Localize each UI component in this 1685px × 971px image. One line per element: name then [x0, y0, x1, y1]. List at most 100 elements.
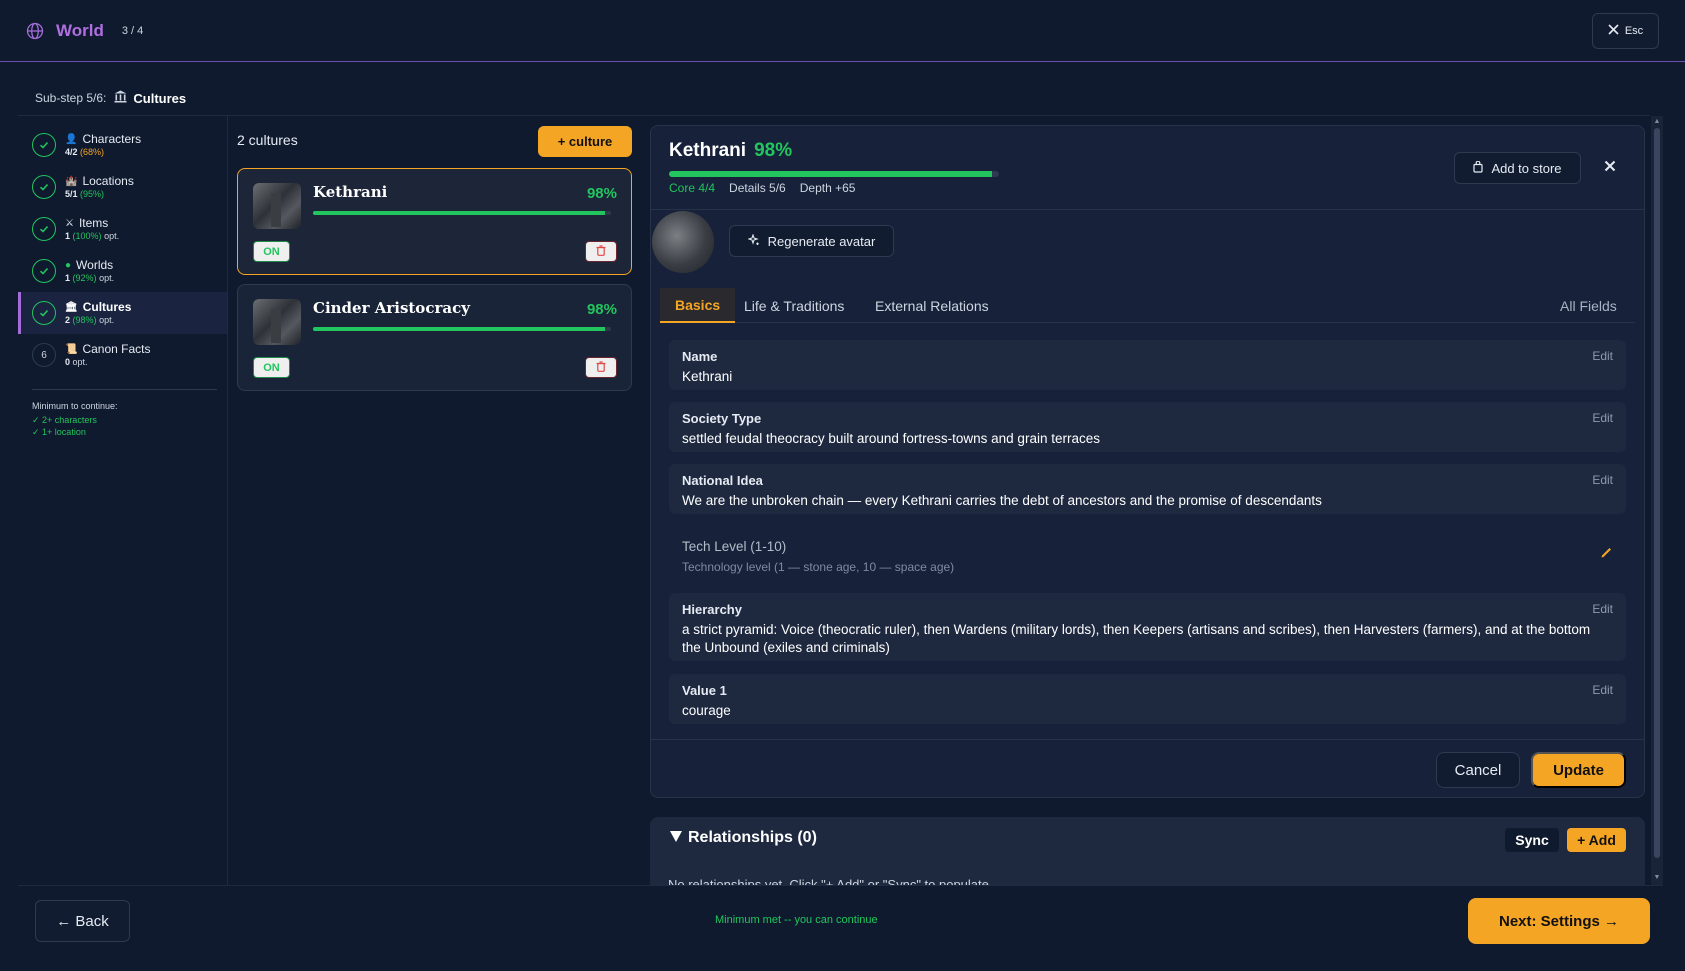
step-count: 2: [65, 314, 71, 325]
check-icon: [32, 259, 56, 283]
add-to-store-label: Add to store: [1491, 160, 1562, 176]
field-label: Value 1: [682, 683, 727, 698]
step-opt: opt.: [99, 272, 115, 283]
step-opt: opt.: [99, 314, 115, 325]
progress-fill: [313, 211, 606, 215]
back-button[interactable]: ← Back: [35, 900, 130, 942]
depth-stat: Depth +65: [799, 181, 856, 195]
delete-culture-button[interactable]: [585, 357, 617, 378]
check-icon: [32, 301, 56, 325]
culture-thumbnail: [253, 299, 301, 345]
update-button[interactable]: Update: [1531, 752, 1626, 788]
step-characters[interactable]: 👤 Characters 4/2 (68%): [18, 124, 227, 166]
regenerate-avatar-button[interactable]: Regenerate avatar: [729, 225, 894, 257]
toggle-on-button[interactable]: ON: [253, 357, 290, 378]
edit-button[interactable]: Edit: [1592, 411, 1613, 425]
trash-icon: [596, 360, 606, 375]
tab-external-relations[interactable]: External Relations: [875, 288, 989, 323]
step-name-row: ⚔ Items: [65, 216, 119, 231]
step-worlds[interactable]: ● Worlds 1 (92%) opt.: [18, 250, 227, 292]
step-pct: (98%): [72, 314, 97, 325]
relationships-header[interactable]: Relationships (0) Sync + Add: [650, 817, 1645, 862]
scroll-thumb[interactable]: [1654, 128, 1660, 858]
step-items[interactable]: ⚔ Items 1 (100%) opt.: [18, 208, 227, 250]
relationships-empty-message: No relationships yet. Click "+ Add" or "…: [668, 877, 993, 885]
scroll-up-arrow[interactable]: ▲: [1653, 118, 1661, 126]
culture-avatar: [652, 211, 714, 273]
page-title: World: [56, 20, 104, 40]
person-icon: 👤: [65, 134, 78, 146]
minimum-item: ✓ 2+ characters: [32, 415, 97, 425]
step-meta: 2 (98%) opt.: [65, 315, 131, 325]
edit-button[interactable]: Edit: [1592, 473, 1613, 487]
field-society-type: Society Type settled feudal theocracy bu…: [669, 402, 1626, 452]
step-locations[interactable]: 🏰 Locations 5/1 (95%): [18, 166, 227, 208]
pencil-icon[interactable]: [1600, 545, 1614, 559]
tab-basics[interactable]: Basics: [660, 288, 736, 323]
divider: [651, 209, 1644, 210]
cancel-button[interactable]: Cancel: [1436, 752, 1520, 788]
field-label: Tech Level (1-10): [682, 539, 787, 554]
next-button[interactable]: Next: Settings →: [1468, 898, 1650, 944]
field-tech-level[interactable]: Tech Level (1-10) Technology level (1 — …: [669, 526, 1626, 584]
step-name-row: ● Worlds: [65, 257, 114, 273]
field-value: courage: [682, 703, 731, 718]
earth-icon: ●: [65, 260, 72, 272]
detail-tabs: Basics Life & Traditions External Relati…: [660, 288, 1635, 323]
detail-title-row: Kethrani 98%: [669, 140, 792, 162]
detail-pct: 98%: [754, 140, 793, 161]
culture-card[interactable]: Kethrani 98% ON: [237, 168, 632, 275]
check-icon: [32, 175, 56, 199]
step-meta: 0 opt.: [65, 357, 151, 367]
landmark-icon: 🏛: [65, 302, 78, 314]
edit-button[interactable]: Edit: [1592, 602, 1613, 616]
add-culture-button[interactable]: + culture: [538, 126, 632, 157]
close-wizard-button[interactable]: Esc: [1592, 13, 1659, 49]
edit-button[interactable]: Edit: [1592, 349, 1613, 363]
step-number: 6: [32, 343, 56, 367]
step-name: Characters: [82, 131, 142, 146]
step-text: 🏛 Cultures 2 (98%) opt.: [65, 300, 131, 325]
check-icon: [32, 133, 56, 157]
step-canon-facts[interactable]: 6 📜 Canon Facts 0 opt.: [18, 334, 227, 376]
scrollbar[interactable]: ▲ ▼: [1651, 116, 1663, 886]
field-label: Hierarchy: [682, 602, 742, 617]
tab-life-traditions[interactable]: Life & Traditions: [744, 288, 844, 323]
field-value: Kethrani: [682, 369, 733, 384]
triangle-down-icon: [670, 829, 682, 847]
step-count: 1: [65, 272, 71, 283]
tab-all-fields[interactable]: All Fields: [1560, 288, 1617, 323]
culture-card[interactable]: Cinder Aristocracy 98% ON: [237, 284, 632, 391]
minimum-item: ✓ 1+ location: [32, 426, 86, 437]
toggle-on-button[interactable]: ON: [253, 241, 290, 262]
relationships-title: Relationships (0): [688, 829, 817, 846]
culture-detail-panel: Kethrani 98% Core 4/4 Details 5/6 Depth +…: [650, 125, 1645, 798]
step-meta: 1 (100%) opt.: [65, 231, 119, 241]
step-text: 👤 Characters 4/2 (68%): [65, 131, 142, 157]
step-count: 4/2: [65, 146, 78, 157]
step-name: Locations: [82, 173, 134, 188]
field-label: Society Type: [682, 411, 762, 426]
top-bar: World 3 / 4 Esc: [0, 0, 1685, 62]
close-icon: [1604, 160, 1616, 175]
step-name: Worlds: [76, 257, 114, 272]
progress-fill: [669, 171, 993, 177]
step-cultures[interactable]: 🏛 Cultures 2 (98%) opt.: [18, 292, 227, 334]
add-to-store-button[interactable]: Add to store: [1454, 152, 1581, 184]
edit-button[interactable]: Edit: [1592, 683, 1613, 697]
status-message: Minimum met -- you can continue: [715, 914, 878, 926]
scroll-icon: 📜: [65, 344, 78, 356]
add-relationship-button[interactable]: + Add: [1567, 828, 1626, 852]
scroll-down-arrow[interactable]: ▼: [1653, 874, 1661, 882]
regenerate-avatar-label: Regenerate avatar: [767, 233, 876, 249]
substep-header: Sub-step 5/6: Cultures: [35, 90, 186, 106]
substep-title: Cultures: [133, 90, 187, 106]
field-hint: Technology level (1 — stone age, 10 — sp…: [682, 560, 955, 574]
culture-name: Kethrani: [313, 183, 388, 201]
sync-button[interactable]: Sync: [1505, 828, 1559, 852]
delete-culture-button[interactable]: [585, 241, 617, 262]
close-detail-button[interactable]: [1601, 158, 1619, 176]
progress-fill: [313, 327, 606, 331]
field-name: Name Kethrani Edit: [669, 340, 1626, 390]
step-opt: opt.: [72, 356, 88, 367]
